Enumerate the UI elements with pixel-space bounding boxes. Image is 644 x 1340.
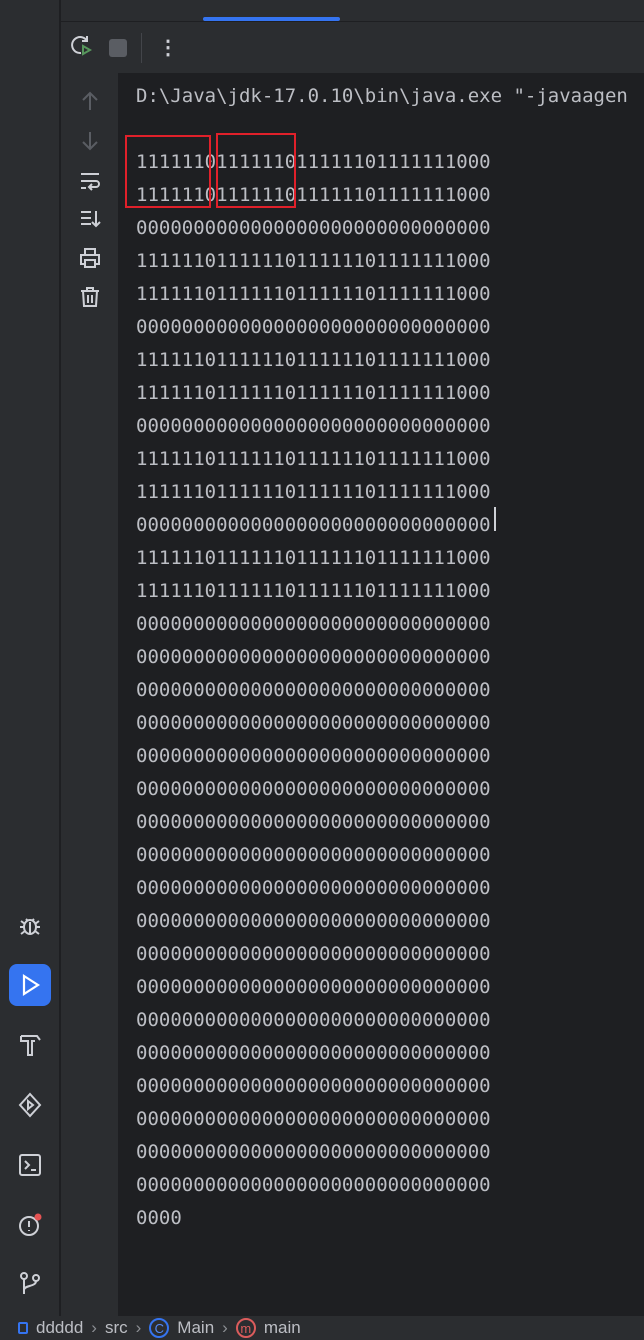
breadcrumb-project[interactable]: ddddd: [36, 1318, 83, 1338]
console-line: 1111110111111011111101111111000: [136, 448, 491, 470]
soft-wrap-icon[interactable]: [79, 170, 101, 192]
services-icon[interactable]: [9, 1084, 51, 1126]
console-output[interactable]: D:\Java\jdk-17.0.10\bin\java.exe "-javaa…: [136, 80, 628, 1235]
console-line: 1111110111111011111101111111000: [136, 349, 491, 371]
tool-window-strip: [0, 0, 60, 1316]
console-line: 0000000000000000000000000000000: [136, 514, 491, 536]
chevron-right-icon: ›: [135, 1318, 142, 1337]
console-line: 0000000000000000000000000000000: [136, 217, 491, 239]
console-gutter: [61, 73, 118, 1316]
active-tab-indicator[interactable]: [203, 17, 340, 21]
console-line: 0000000000000000000000000000000: [136, 415, 491, 437]
up-arrow-icon[interactable]: [79, 90, 101, 112]
console-line: 0000000000000000000000000000000: [136, 1108, 491, 1130]
breadcrumb-method[interactable]: main: [264, 1318, 301, 1338]
toolbar-divider: [141, 32, 142, 63]
console-line: 0000000000000000000000000000000: [136, 1075, 491, 1097]
chevron-right-icon: ›: [91, 1318, 97, 1337]
text-cursor: [494, 507, 496, 531]
rerun-icon[interactable]: [69, 33, 93, 62]
run-toolbar: ⋮: [61, 22, 644, 73]
console-line: 0000000000000000000000000000000: [136, 1174, 491, 1196]
highlight-box: [216, 133, 296, 208]
tab-bar: [61, 0, 644, 22]
console-line: 0000000000000000000000000000000: [136, 943, 491, 965]
console-line: 0000000000000000000000000000000: [136, 316, 491, 338]
clear-trash-icon[interactable]: [79, 286, 101, 308]
console-line: 0000000000000000000000000000000: [136, 712, 491, 734]
console-line: 1111110111111011111101111111000: [136, 580, 491, 602]
console-line: 0000000000000000000000000000000: [136, 1009, 491, 1031]
console-line: 0000000000000000000000000000000: [136, 976, 491, 998]
console-line: 0000000000000000000000000000000: [136, 679, 491, 701]
scroll-to-end-icon[interactable]: [79, 208, 101, 230]
console-line: 0000000000000000000000000000000: [136, 613, 491, 635]
breadcrumb-folder[interactable]: src: [105, 1318, 128, 1338]
down-arrow-icon[interactable]: [79, 130, 101, 152]
method-icon: m: [235, 1318, 256, 1338]
console-line: 0000000000000000000000000000000: [136, 877, 491, 899]
chevron-right-icon: ›: [222, 1318, 228, 1337]
console-line: 1111110111111011111101111111000: [136, 382, 491, 404]
console-line: 1111110111111011111101111111000: [136, 250, 491, 272]
breadcrumb-class[interactable]: Main: [177, 1318, 214, 1338]
console-line: 0000000000000000000000000000000: [136, 1042, 491, 1064]
console-line: 0000000000000000000000000000000: [136, 745, 491, 767]
console-line: 0000: [136, 1207, 182, 1229]
console-line: 0000000000000000000000000000000: [136, 844, 491, 866]
breadcrumb: ddddd › src › C Main › m main: [0, 1316, 644, 1340]
class-icon: C: [149, 1318, 170, 1338]
highlight-box: [125, 135, 211, 208]
console-line: 1111110111111011111101111111000: [136, 283, 491, 305]
build-hammer-icon[interactable]: [9, 1024, 51, 1066]
console-line: 0000000000000000000000000000000: [136, 1141, 491, 1163]
stop-icon[interactable]: [109, 38, 127, 57]
console-line: 0000000000000000000000000000000: [136, 910, 491, 932]
run-icon[interactable]: [9, 964, 51, 1006]
git-icon[interactable]: [9, 1262, 51, 1304]
command-line: D:\Java\jdk-17.0.10\bin\java.exe "-javaa…: [136, 85, 628, 107]
more-options-icon[interactable]: ⋮: [158, 35, 178, 60]
console-line: 0000000000000000000000000000000: [136, 778, 491, 800]
print-icon[interactable]: [79, 247, 101, 269]
console-line: 0000000000000000000000000000000: [136, 646, 491, 668]
console-line: 1111110111111011111101111111000: [136, 481, 491, 503]
problems-icon[interactable]: [9, 1204, 51, 1246]
debug-icon[interactable]: [9, 904, 51, 946]
terminal-icon[interactable]: [9, 1144, 51, 1186]
console-line: 0000000000000000000000000000000: [136, 811, 491, 833]
module-icon: [18, 1322, 28, 1334]
console-line: 1111110111111011111101111111000: [136, 547, 491, 569]
